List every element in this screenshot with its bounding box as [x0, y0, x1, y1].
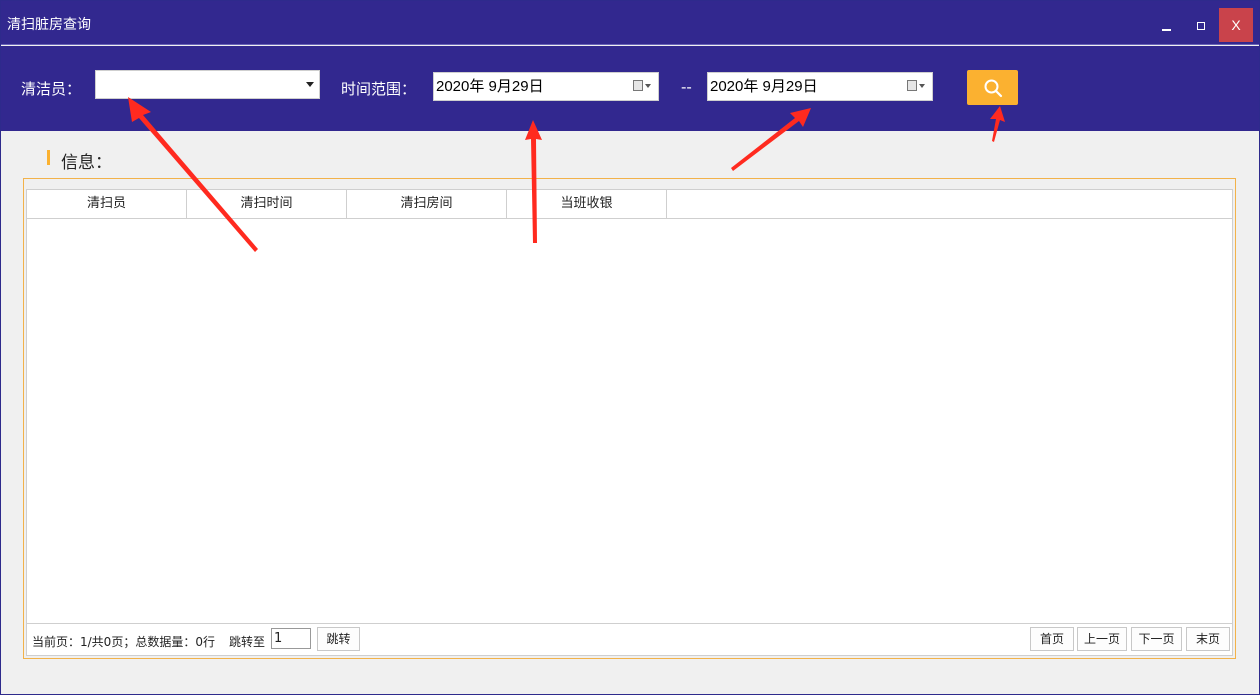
pagination-bar: 当前页：1/共0页；总数据量：0行 跳转至 1 跳转 首页 上一页 下一页 末页	[26, 624, 1233, 656]
minimize-icon	[1162, 29, 1171, 31]
start-date-picker[interactable]: 2020年 9月29日	[433, 72, 659, 101]
app-window: 清扫脏房查询 X 清洁员： 时间范围： 2020年 9月29日 -- 2020年…	[0, 0, 1260, 695]
page-info: 当前页：1/共0页；总数据量：0行	[32, 635, 215, 649]
end-date-picker[interactable]: 2020年 9月29日	[707, 72, 933, 101]
jump-to-label: 跳转至	[229, 635, 266, 649]
info-title-text: 信息：	[61, 153, 112, 173]
section-accent-bar	[47, 150, 50, 165]
column-header-cleaner[interactable]: 清扫员	[27, 190, 187, 218]
page-number-input[interactable]: 1	[271, 628, 311, 649]
time-range-label: 时间范围：	[341, 80, 417, 98]
results-panel: 清扫员 清扫时间 清扫房间 当班收银 当前页：1/共0页；总数据量：0行 跳转至…	[23, 178, 1236, 659]
cleaner-label: 清洁员：	[21, 80, 82, 98]
search-icon	[984, 79, 1003, 98]
jump-button[interactable]: 跳转	[317, 627, 360, 651]
minimize-button[interactable]	[1151, 9, 1183, 41]
column-header-clean-time[interactable]: 清扫时间	[187, 190, 347, 218]
column-header-shift-cashier[interactable]: 当班收银	[507, 190, 667, 218]
column-header-clean-room[interactable]: 清扫房间	[347, 190, 507, 218]
info-section-title: 信息：	[47, 148, 112, 173]
filter-toolbar: 清洁员： 时间范围： 2020年 9月29日 -- 2020年 9月29日	[1, 46, 1259, 131]
results-table[interactable]: 清扫员 清扫时间 清扫房间 当班收银	[26, 189, 1233, 624]
start-date-value: 2020年 9月29日	[436, 78, 544, 95]
first-page-button[interactable]: 首页	[1030, 627, 1074, 651]
close-button[interactable]: X	[1219, 8, 1253, 42]
range-separator: --	[681, 78, 692, 96]
next-page-button[interactable]: 下一页	[1131, 627, 1182, 651]
title-bar: 清扫脏房查询 X	[1, 1, 1259, 45]
calendar-icon[interactable]	[907, 79, 925, 93]
maximize-button[interactable]	[1185, 9, 1217, 41]
end-date-value: 2020年 9月29日	[710, 78, 818, 95]
window-title: 清扫脏房查询	[7, 17, 91, 33]
last-page-button[interactable]: 末页	[1186, 627, 1230, 651]
maximize-icon	[1197, 22, 1205, 30]
cleaner-dropdown[interactable]	[95, 70, 320, 99]
table-header: 清扫员 清扫时间 清扫房间 当班收银	[27, 190, 1232, 219]
calendar-icon[interactable]	[633, 79, 651, 93]
chevron-down-icon[interactable]	[306, 82, 314, 87]
search-button[interactable]	[967, 70, 1018, 105]
prev-page-button[interactable]: 上一页	[1077, 627, 1127, 651]
